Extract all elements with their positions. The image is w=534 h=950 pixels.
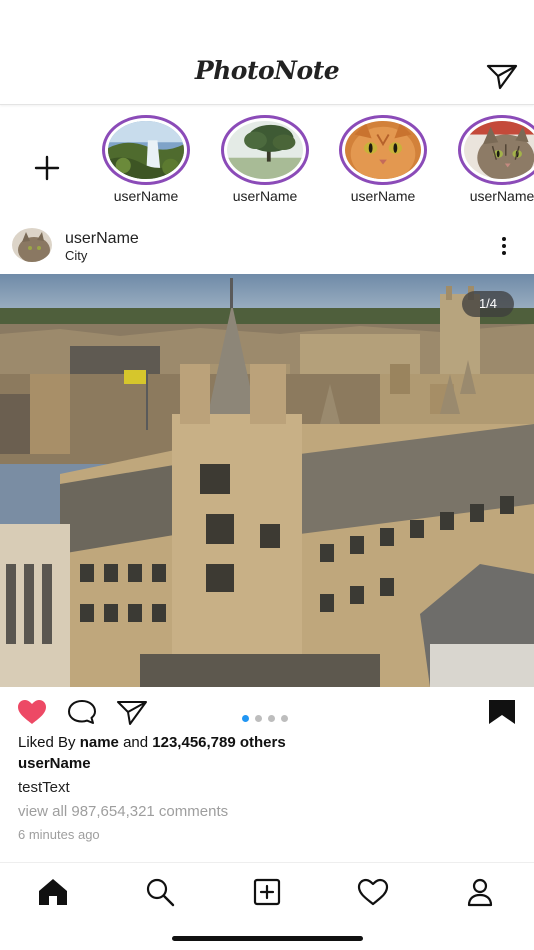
carousel-indicator bbox=[242, 709, 294, 722]
app-title: PhotoNote bbox=[194, 56, 340, 85]
post-header: userName City bbox=[0, 222, 534, 272]
paper-plane-icon[interactable] bbox=[116, 698, 148, 726]
story-item[interactable]: userName bbox=[94, 115, 198, 204]
search-icon[interactable] bbox=[143, 877, 177, 907]
bottom-tab-bar bbox=[0, 862, 534, 923]
page-dot bbox=[281, 715, 288, 722]
liked-by-name[interactable]: name bbox=[80, 734, 119, 751]
home-indicator[interactable] bbox=[172, 936, 363, 941]
plus-icon[interactable] bbox=[32, 153, 62, 183]
paper-plane-icon[interactable] bbox=[486, 62, 518, 90]
page-dot bbox=[268, 715, 275, 722]
post-username[interactable]: userName bbox=[65, 230, 139, 248]
post-actions bbox=[0, 690, 534, 734]
add-square-icon[interactable] bbox=[250, 877, 284, 907]
page-dot-active bbox=[242, 715, 249, 722]
story-item[interactable]: userName bbox=[331, 115, 435, 204]
story-ring bbox=[458, 115, 534, 185]
avatar[interactable] bbox=[12, 228, 52, 262]
liked-by-others[interactable]: 123,456,789 others bbox=[152, 734, 285, 751]
bookmark-icon[interactable] bbox=[486, 698, 518, 726]
comment-icon[interactable] bbox=[66, 698, 98, 726]
story-ring bbox=[339, 115, 427, 185]
story-image-orange-cat bbox=[345, 121, 421, 179]
story-username: userName bbox=[350, 188, 416, 204]
app-header: PhotoNote bbox=[0, 0, 534, 105]
home-icon[interactable] bbox=[36, 877, 70, 907]
story-item[interactable]: userName bbox=[450, 115, 534, 204]
heart-icon[interactable] bbox=[16, 698, 48, 726]
caption-text: testText bbox=[18, 779, 70, 796]
post-timestamp: 6 minutes ago bbox=[18, 827, 100, 842]
stories-bar: userName userName userName userName bbox=[0, 105, 534, 217]
post-image[interactable]: 1/4 bbox=[0, 274, 534, 687]
story-item[interactable]: userName bbox=[213, 115, 317, 204]
liked-by: Liked By name and 123,456,789 others bbox=[18, 734, 286, 751]
post-photo bbox=[0, 274, 534, 687]
story-image-tabby-cat bbox=[464, 121, 534, 179]
story-image-tree bbox=[227, 121, 303, 179]
caption-username[interactable]: userName bbox=[18, 755, 91, 772]
story-image-waterfall bbox=[108, 121, 184, 179]
page-dot bbox=[255, 715, 262, 722]
story-username: userName bbox=[469, 188, 534, 204]
heart-outline-icon[interactable] bbox=[356, 877, 390, 907]
image-counter: 1/4 bbox=[462, 291, 514, 317]
story-username: userName bbox=[232, 188, 298, 204]
story-username: userName bbox=[113, 188, 179, 204]
view-comments-link[interactable]: view all 987,654,321 comments bbox=[18, 803, 228, 820]
more-vertical-icon[interactable] bbox=[500, 236, 508, 256]
story-ring bbox=[102, 115, 190, 185]
post-location[interactable]: City bbox=[65, 248, 87, 263]
liked-by-prefix: Liked By bbox=[18, 734, 76, 751]
story-ring bbox=[221, 115, 309, 185]
liked-by-and: and bbox=[123, 734, 149, 751]
user-icon[interactable] bbox=[463, 877, 497, 907]
